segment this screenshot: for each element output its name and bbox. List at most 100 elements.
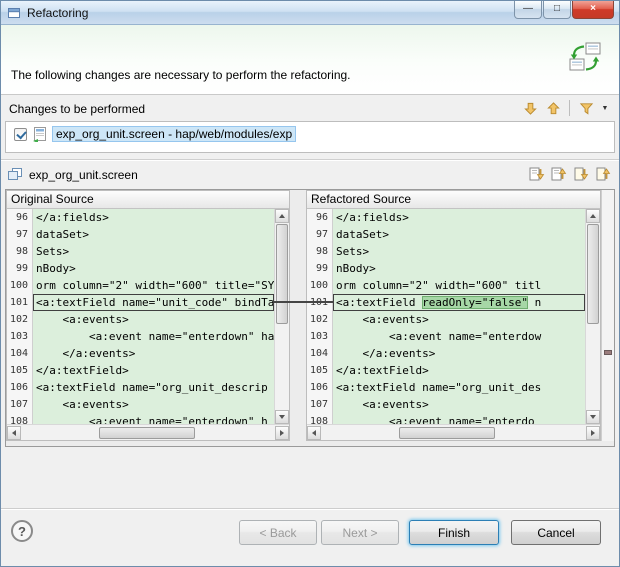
original-vertical-scrollbar[interactable] [274, 209, 289, 424]
vertical-scroll-thumb[interactable] [276, 224, 288, 324]
view-menu-button[interactable]: ▼ [599, 98, 611, 118]
code-text: </a:fields> [333, 209, 585, 226]
line-number: 104 [7, 345, 33, 362]
compare-header: exp_org_unit.screen [7, 164, 613, 186]
scroll-down-button[interactable] [586, 410, 600, 424]
diff-position-marker[interactable] [604, 350, 612, 355]
line-number: 99 [307, 260, 333, 277]
minimize-button[interactable]: — [514, 1, 542, 19]
scroll-up-button[interactable] [275, 209, 289, 223]
code-text: orm column="2" width="600" title="SY [33, 277, 274, 294]
next-difference-button[interactable] [527, 164, 547, 184]
code-line: 106<a:textField name="org_unit_des [307, 379, 585, 396]
close-button[interactable]: × [572, 1, 614, 19]
maximize-icon: □ [554, 3, 560, 14]
help-button[interactable]: ? [11, 520, 33, 542]
line-number: 107 [7, 396, 33, 413]
code-text: <a:textField name="org_unit_descrip [33, 379, 274, 396]
change-checkbox[interactable] [14, 128, 27, 141]
screen-file-icon [32, 126, 48, 142]
code-line: 98Sets> [7, 243, 274, 260]
minimize-icon: — [523, 3, 533, 14]
refactored-horizontal-scrollbar[interactable] [307, 424, 600, 440]
scroll-up-button[interactable] [586, 209, 600, 223]
line-number: 103 [307, 328, 333, 345]
next-button[interactable]: Next > [321, 520, 399, 545]
next-change-arrow-icon [523, 101, 538, 116]
scroll-left-button[interactable] [7, 426, 21, 440]
change-item-label[interactable]: exp_org_unit.screen - hap/web/modules/ex… [52, 126, 296, 142]
code-line: 102 <a:events> [307, 311, 585, 328]
code-line: 96</a:fields> [307, 209, 585, 226]
select-previous-change-button[interactable] [543, 98, 563, 118]
code-text: dataSet> [33, 226, 274, 243]
code-text: <a:event name="enterdow [333, 328, 585, 345]
scroll-left-button[interactable] [307, 426, 321, 440]
diff-connector-line [274, 301, 334, 303]
refactored-vertical-scrollbar[interactable] [585, 209, 600, 424]
window-icon [7, 6, 21, 20]
scroll-right-button[interactable] [275, 426, 289, 440]
code-text: <a:events> [33, 396, 274, 413]
line-number: 96 [307, 209, 333, 226]
down-arrow-icon [279, 415, 285, 419]
code-line-current-diff: 101<a:textField name="unit_code" bindTa [7, 294, 274, 311]
code-text: </a:textField> [333, 362, 585, 379]
code-line-current-diff: 101<a:textField readOnly="false" n [307, 294, 585, 311]
toolbar-separator [569, 100, 570, 116]
change-item[interactable]: exp_org_unit.screen - hap/web/modules/ex… [6, 124, 614, 144]
line-number: 106 [307, 379, 333, 396]
back-button[interactable]: < Back [239, 520, 317, 545]
select-next-change-button[interactable] [520, 98, 540, 118]
diff-connector-area [290, 190, 306, 446]
original-source-pane: Original Source 96</a:fields> 97dataSet>… [6, 190, 290, 441]
code-line: 108 <a:event name="enterdo [307, 413, 585, 424]
original-horizontal-scrollbar[interactable] [7, 424, 289, 440]
code-text: </a:fields> [33, 209, 274, 226]
right-arrow-icon [591, 430, 595, 436]
code-text: <a:event name="enterdown" h [33, 413, 274, 424]
line-number: 100 [7, 277, 33, 294]
code-text-pre: <a:textField [336, 296, 422, 309]
code-line: 107 <a:events> [307, 396, 585, 413]
compare-viewer: Original Source 96</a:fields> 97dataSet>… [5, 189, 615, 447]
scroll-right-button[interactable] [586, 426, 600, 440]
code-line: 105</a:textField> [7, 362, 274, 379]
horizontal-scroll-thumb[interactable] [399, 427, 495, 439]
previous-change-button[interactable] [593, 164, 613, 184]
code-line: 99nBody> [7, 260, 274, 277]
line-number: 97 [307, 226, 333, 243]
filter-changes-button[interactable] [576, 98, 596, 118]
code-text: <a:textField readOnly="false" n [333, 294, 585, 311]
up-arrow-icon [590, 214, 596, 218]
cancel-button[interactable]: Cancel [511, 520, 601, 545]
line-number: 108 [7, 413, 33, 424]
compare-file-title: exp_org_unit.screen [29, 168, 138, 182]
overview-ruler[interactable] [601, 190, 614, 441]
refactored-source-editor[interactable]: 96</a:fields> 97dataSet> 98Sets> 99nBody… [307, 209, 585, 424]
line-number: 98 [307, 243, 333, 260]
finish-button[interactable]: Finish [409, 520, 499, 545]
code-text: <a:events> [333, 396, 585, 413]
original-source-editor[interactable]: 96</a:fields> 97dataSet> 98Sets> 99nBody… [7, 209, 274, 424]
title-bar[interactable]: Refactoring — □ × [1, 1, 619, 25]
line-number: 105 [307, 362, 333, 379]
line-number: 101 [7, 294, 33, 311]
refactoring-dialog: Refactoring — □ × The following changes … [0, 0, 620, 567]
line-number: 106 [7, 379, 33, 396]
changes-list[interactable]: exp_org_unit.screen - hap/web/modules/ex… [5, 121, 615, 153]
header-banner: The following changes are necessary to p… [1, 25, 619, 95]
previous-difference-button[interactable] [549, 164, 569, 184]
code-text: </a:events> [333, 345, 585, 362]
code-line: 99nBody> [307, 260, 585, 277]
close-icon: × [590, 3, 596, 14]
next-change-button[interactable] [571, 164, 591, 184]
horizontal-scroll-thumb[interactable] [99, 427, 195, 439]
line-number: 100 [307, 277, 333, 294]
code-text: </a:textField> [33, 362, 274, 379]
vertical-scroll-thumb[interactable] [587, 224, 599, 324]
scroll-down-button[interactable] [275, 410, 289, 424]
maximize-button[interactable]: □ [543, 1, 571, 19]
line-number: 104 [307, 345, 333, 362]
code-line: 104 </a:events> [7, 345, 274, 362]
